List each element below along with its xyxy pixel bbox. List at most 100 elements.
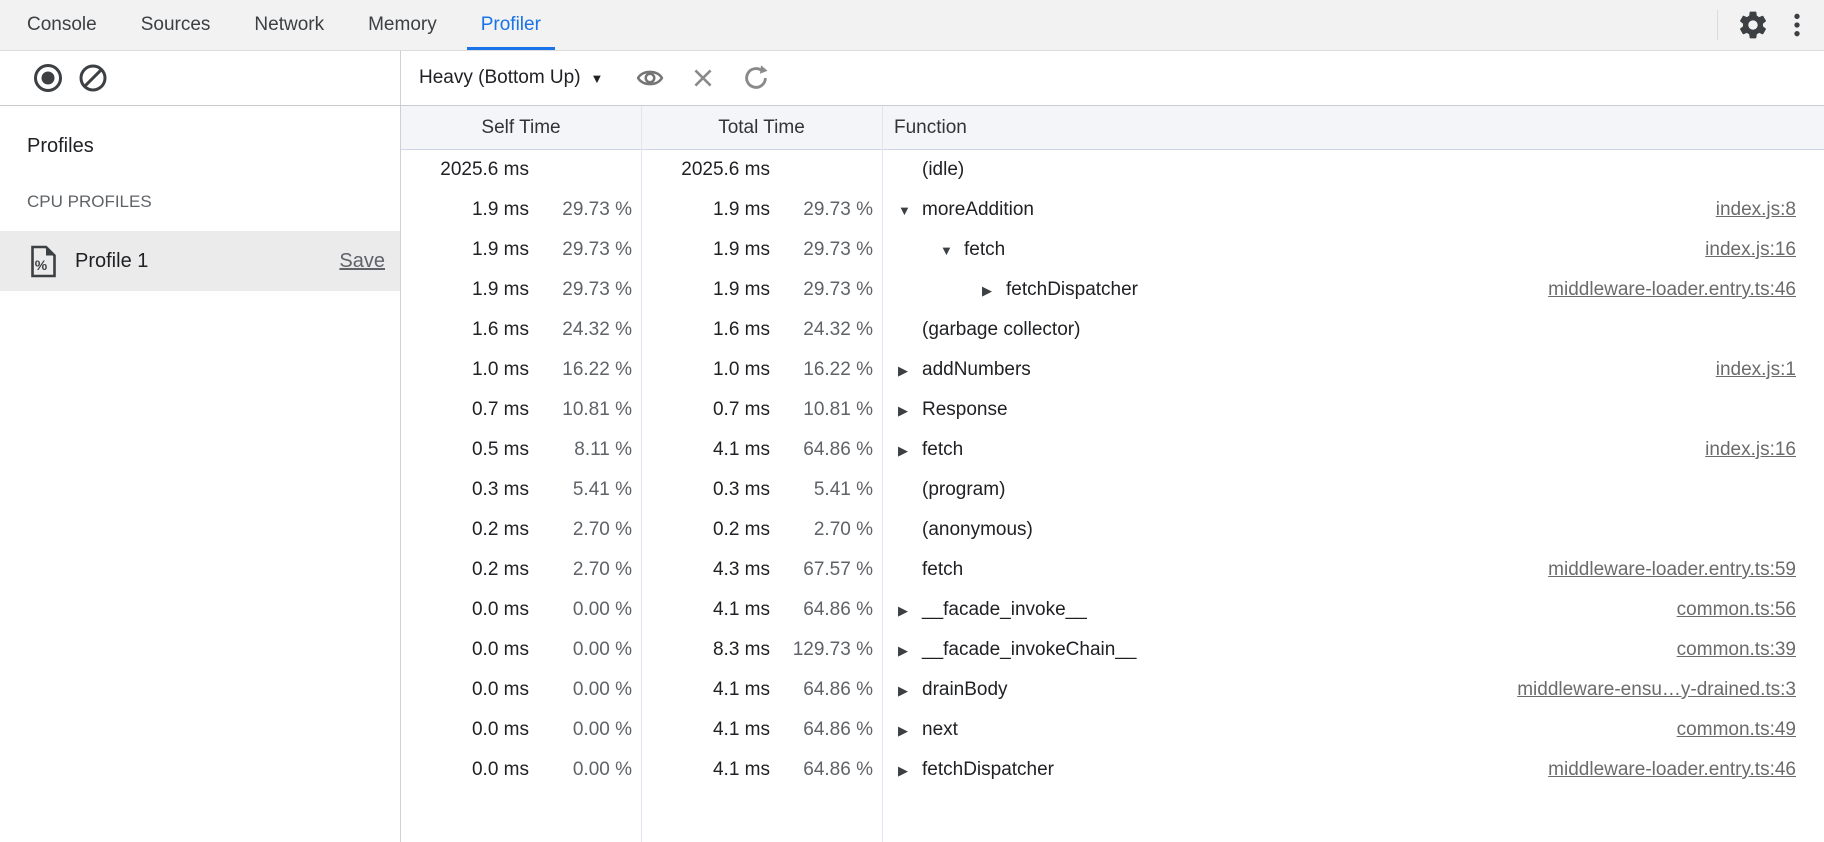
column-header-function[interactable]: Function: [882, 117, 1824, 139]
self-time-pct: 0.00 %: [535, 639, 641, 661]
table-row[interactable]: 0.0 ms0.00 %4.1 ms64.86 %▶nextcommon.ts:…: [401, 710, 1824, 750]
table-row[interactable]: 2025.6 ms2025.6 ms(idle): [401, 150, 1824, 190]
expand-collapsed-icon[interactable]: ▶: [898, 684, 922, 697]
table-row[interactable]: 0.7 ms10.81 %0.7 ms10.81 %▶Response: [401, 390, 1824, 430]
self-time-ms: 0.3 ms: [401, 479, 535, 501]
save-profile-link[interactable]: Save: [339, 250, 385, 273]
table-row[interactable]: 0.2 ms2.70 %4.3 ms67.57 %fetchmiddleware…: [401, 550, 1824, 590]
record-icon: [32, 62, 64, 94]
table-row[interactable]: 0.0 ms0.00 %8.3 ms129.73 %▶__facade_invo…: [401, 630, 1824, 670]
total-time-cell: 1.9 ms29.73 %: [641, 199, 882, 221]
clear-profiles-button[interactable]: [74, 59, 112, 97]
function-cell: ▼moreAddition index.js:8: [882, 199, 1824, 221]
source-location-link[interactable]: index.js:1: [1716, 359, 1824, 381]
table-row[interactable]: 1.6 ms24.32 %1.6 ms24.32 %(garbage colle…: [401, 310, 1824, 350]
delete-profile-button[interactable]: [684, 59, 722, 97]
column-header-self-time[interactable]: Self Time: [401, 117, 641, 139]
table-row[interactable]: 0.2 ms2.70 %0.2 ms2.70 %(anonymous): [401, 510, 1824, 550]
function-name: drainBody: [922, 679, 1008, 701]
more-options-button[interactable]: [1778, 6, 1816, 44]
table-row[interactable]: 0.0 ms0.00 %4.1 ms64.86 %▶drainBodymiddl…: [401, 670, 1824, 710]
settings-button[interactable]: [1734, 6, 1772, 44]
total-time-pct: 2.70 %: [776, 519, 882, 541]
expand-expanded-icon[interactable]: ▼: [898, 204, 922, 217]
self-time-cell: 2025.6 ms: [401, 159, 641, 181]
function-cell: ▶nextcommon.ts:49: [882, 719, 1824, 741]
record-button[interactable]: [29, 59, 67, 97]
table-row[interactable]: 0.5 ms8.11 %4.1 ms64.86 %▶fetchindex.js:…: [401, 430, 1824, 470]
view-mode-dropdown[interactable]: Heavy (Bottom Up) ▼: [419, 67, 603, 89]
source-location-link[interactable]: middleware-loader.entry.ts:59: [1548, 559, 1824, 581]
source-location-link[interactable]: middleware-loader.entry.ts:46: [1548, 759, 1824, 781]
table-row[interactable]: 1.0 ms16.22 %1.0 ms16.22 %▶addNumbersind…: [401, 350, 1824, 390]
function-name: (garbage collector): [922, 319, 1080, 341]
total-time-pct: 29.73 %: [776, 279, 882, 301]
total-time-cell: 8.3 ms129.73 %: [641, 639, 882, 661]
expand-collapsed-icon[interactable]: ▶: [898, 764, 922, 777]
expand-collapsed-icon[interactable]: ▶: [898, 404, 922, 417]
refresh-icon: [741, 63, 771, 93]
total-time-cell: 4.1 ms64.86 %: [641, 719, 882, 741]
total-time-cell: 4.1 ms64.86 %: [641, 439, 882, 461]
total-time-pct: 24.32 %: [776, 319, 882, 341]
table-row[interactable]: 1.9 ms29.73 %1.9 ms29.73 %▼moreAdditioni…: [401, 190, 1824, 230]
expand-expanded-icon[interactable]: ▼: [940, 244, 964, 257]
source-location-link[interactable]: index.js:16: [1705, 439, 1824, 461]
profiler-toolbar-right: Heavy (Bottom Up) ▼: [401, 51, 1824, 105]
tab-sources[interactable]: Sources: [119, 0, 233, 50]
tab-memory[interactable]: Memory: [346, 0, 459, 50]
total-time-cell: 4.1 ms64.86 %: [641, 679, 882, 701]
self-time-pct: 2.70 %: [535, 519, 641, 541]
self-time-pct: 0.00 %: [535, 599, 641, 621]
table-row[interactable]: 1.9 ms29.73 %1.9 ms29.73 %▼fetchindex.js…: [401, 230, 1824, 270]
profiles-sidebar: Profiles CPU PROFILES % Profile 1 Save: [0, 106, 401, 842]
function-name: (program): [922, 479, 1005, 501]
expand-collapsed-icon[interactable]: ▶: [898, 644, 922, 657]
column-header-total-time[interactable]: Total Time: [641, 117, 882, 139]
expand-collapsed-icon[interactable]: ▶: [898, 604, 922, 617]
total-time-ms: 0.7 ms: [641, 399, 776, 421]
tabbar-divider: [1717, 10, 1718, 40]
source-location-link[interactable]: common.ts:49: [1677, 719, 1824, 741]
function-name: moreAddition: [922, 199, 1034, 221]
source-location-link[interactable]: index.js:8: [1716, 199, 1824, 221]
expand-collapsed-icon[interactable]: ▶: [898, 444, 922, 457]
self-time-ms: 1.6 ms: [401, 319, 535, 341]
self-time-cell: 1.9 ms29.73 %: [401, 279, 641, 301]
function-name: (idle): [922, 159, 964, 181]
table-body: 2025.6 ms2025.6 ms(idle)1.9 ms29.73 %1.9…: [401, 150, 1824, 790]
self-time-ms: 0.0 ms: [401, 719, 535, 741]
expand-collapsed-icon[interactable]: ▶: [898, 724, 922, 737]
table-row[interactable]: 0.3 ms5.41 %0.3 ms5.41 %(program): [401, 470, 1824, 510]
self-time-ms: 1.9 ms: [401, 279, 535, 301]
table-row[interactable]: 0.0 ms0.00 %4.1 ms64.86 %▶__facade_invok…: [401, 590, 1824, 630]
self-time-ms: 0.2 ms: [401, 519, 535, 541]
table-row[interactable]: 0.0 ms0.00 %4.1 ms64.86 %▶fetchDispatche…: [401, 750, 1824, 790]
table-row[interactable]: 1.9 ms29.73 %1.9 ms29.73 %▶fetchDispatch…: [401, 270, 1824, 310]
focus-preview-button[interactable]: [631, 59, 669, 97]
total-time-pct: 64.86 %: [776, 679, 882, 701]
tab-network[interactable]: Network: [232, 0, 346, 50]
expand-collapsed-icon[interactable]: ▶: [982, 284, 1006, 297]
total-time-cell: 4.3 ms67.57 %: [641, 559, 882, 581]
expand-collapsed-icon[interactable]: ▶: [898, 364, 922, 377]
tab-strip: ConsoleSourcesNetworkMemoryProfiler: [0, 0, 563, 50]
source-location-link[interactable]: common.ts:56: [1677, 599, 1824, 621]
source-location-link[interactable]: index.js:16: [1705, 239, 1824, 261]
self-time-pct: 10.81 %: [535, 399, 641, 421]
source-location-link[interactable]: middleware-ensu…y-drained.ts:3: [1517, 679, 1824, 701]
total-time-ms: 4.1 ms: [641, 679, 776, 701]
profile-list-item-selected[interactable]: % Profile 1 Save: [0, 231, 400, 291]
total-time-pct: 5.41 %: [776, 479, 882, 501]
self-time-pct: 29.73 %: [535, 239, 641, 261]
self-time-cell: 0.0 ms0.00 %: [401, 639, 641, 661]
refresh-button[interactable]: [737, 59, 775, 97]
function-cell: ▶__facade_invokeChain__common.ts:39: [882, 639, 1824, 661]
source-location-link[interactable]: middleware-loader.entry.ts:46: [1548, 279, 1824, 301]
source-location-link[interactable]: common.ts:39: [1677, 639, 1824, 661]
self-time-ms: 0.0 ms: [401, 599, 535, 621]
total-time-pct: 29.73 %: [776, 199, 882, 221]
tab-console[interactable]: Console: [5, 0, 119, 50]
self-time-ms: 1.9 ms: [401, 199, 535, 221]
tab-profiler[interactable]: Profiler: [459, 0, 563, 50]
